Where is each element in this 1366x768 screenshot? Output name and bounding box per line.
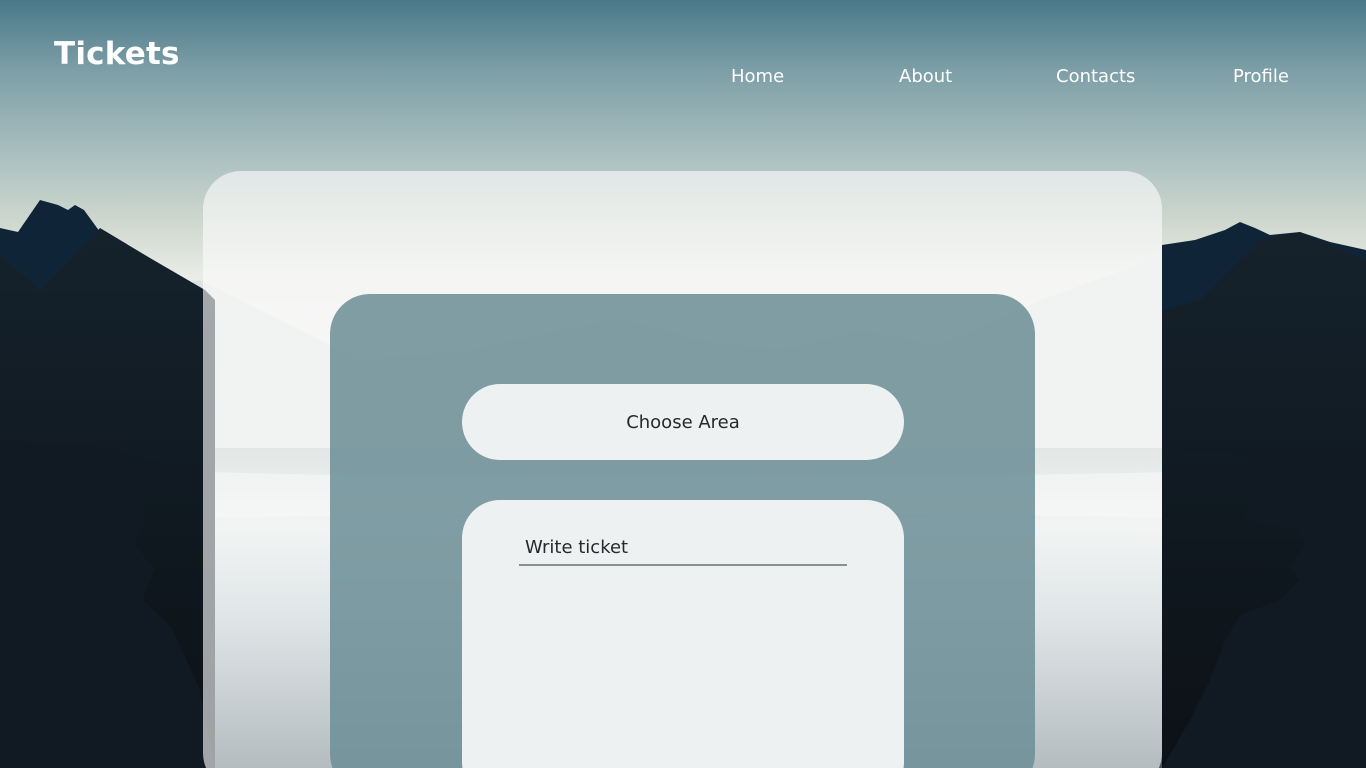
site-logo[interactable]: Tickets: [54, 36, 180, 72]
ticket-card: [462, 500, 904, 768]
page-background: Tickets Home About Contacts Profile Choo…: [0, 0, 1366, 768]
choose-area-button[interactable]: Choose Area: [462, 384, 904, 460]
nav-link-home[interactable]: Home: [731, 66, 784, 87]
nav-link-about[interactable]: About: [899, 66, 952, 87]
nav-link-contacts[interactable]: Contacts: [1056, 66, 1135, 87]
nav-link-profile[interactable]: Profile: [1233, 66, 1289, 87]
ticket-input[interactable]: [519, 530, 847, 566]
